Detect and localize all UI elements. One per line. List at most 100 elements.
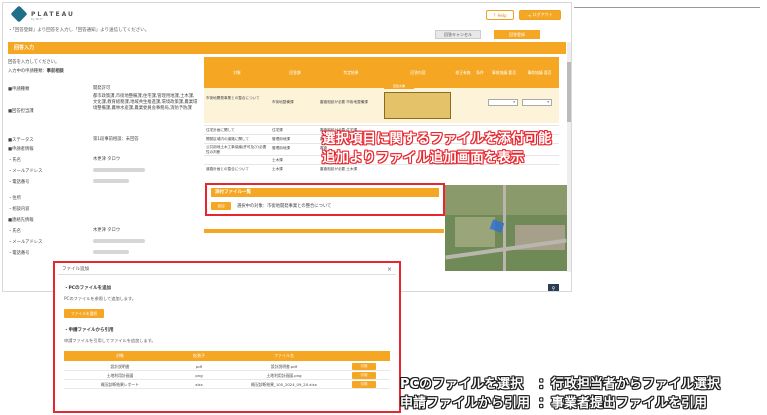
drow-target: 概況診断結果レポート [101, 381, 139, 387]
file-add-dialog: ファイル追加 × ・PCのファイルを追加 PCのファイルを参照して追加します。 … [58, 265, 396, 409]
quote-button[interactable]: 引用 [352, 363, 376, 370]
logout-icon: ⇥ [527, 12, 531, 18]
dcol-file: ファイル名 [222, 351, 346, 361]
depts-value: 都市政策課,市街地整備課,住宅課,管理用地課,土木課,文化課,教育総務課,地域共… [93, 94, 198, 111]
consult-label: ・相談内容 [8, 207, 30, 212]
quote-button[interactable]: 引用 [352, 372, 376, 379]
row1-dept: 市街地整備課 [272, 100, 294, 104]
logout-label: ログアウト [532, 12, 553, 17]
col-modified: 修正有無 [455, 69, 471, 75]
pre-consult-select-2[interactable]: ▾ [522, 99, 552, 106]
col-result: 判定結果 [343, 69, 359, 75]
help-button[interactable]: ? Help [486, 10, 514, 20]
answer-file-tag: 回答文書 [384, 84, 414, 89]
selected-target-text: 選択中の対象：市街地開発事業との整合について [237, 204, 332, 209]
row-target: 住宅計画に関して [206, 128, 235, 132]
callout-line2: 追加よりファイル追加画面を表示 [322, 150, 525, 166]
top-bar: PLATEAU by MLIT ? Help ⇥ ログアウト [3, 3, 571, 25]
add-file-button[interactable]: 追加 [211, 202, 231, 210]
ref-section-title: ・申請ファイルから引用 [64, 328, 114, 333]
scrollbar[interactable] [567, 42, 571, 272]
depts-label: ■回答担当課 [8, 109, 34, 114]
table-row-selected[interactable]: 市街地開発事業との整合について 市街地整備課 審査相談が必要 市街地整備課 回答… [204, 84, 559, 123]
current-type-value: 事前相談 [46, 69, 64, 74]
drow-ext: png [195, 373, 203, 378]
name-label: ・氏名 [8, 158, 21, 163]
file-add-dialog-frame: ファイル追加 × ・PCのファイルを追加 PCのファイルを参照して追加します。 … [53, 261, 401, 413]
tel-label: ・電話番号 [8, 180, 30, 185]
legend-row-1: PCのファイルを選択 ：行政担当者からファイル選択 [400, 375, 720, 394]
tel-value-blurred [93, 179, 198, 185]
aerial-map[interactable] [445, 185, 567, 271]
current-type-label: 入力中の申請種類： [8, 69, 47, 74]
quote-button[interactable]: 引用 [352, 381, 376, 388]
legend-pc-label: PCのファイルを選択 [400, 377, 524, 392]
contact-label: ■連絡先情報 [8, 218, 34, 223]
help-icon: ? [493, 12, 496, 18]
row-dept: 土木課 [272, 167, 283, 171]
col-target: 対象 [233, 69, 241, 75]
instruction-text: ・「回答登録」より回答を入力し「回答通知」より送信してください。 [8, 28, 150, 33]
mail2-value-blurred [93, 239, 198, 245]
tel2-value-blurred [93, 250, 198, 256]
attachments-panel: 添付ファイル一覧 追加 選択中の対象：市街地開発事業との整合について [205, 183, 445, 216]
table-row: 概況診断結果レポート xlsx 概況診断結果_105_2024_09_20.xl… [64, 380, 390, 389]
intro-text: 回答を入力してください。 [8, 60, 60, 65]
drow-target: 設計説明書 [110, 363, 130, 369]
applicant-label: ■申請者情報 [8, 147, 34, 152]
col-condition: 条件 [476, 69, 484, 75]
map-road [503, 185, 506, 271]
legend-pc-desc: ：行政担当者からファイル選択 [538, 377, 721, 392]
attachments-title: 添付ファイル一覧 [211, 188, 439, 197]
logo: PLATEAU by MLIT [10, 5, 75, 23]
legend-ref-label: 申請ファイルから引用 [400, 396, 531, 411]
scroll-thumb[interactable] [567, 62, 571, 122]
col-pre-consult-2: 事前協議 要否 [527, 69, 552, 75]
dcol-ext: 拡張子 [176, 351, 222, 361]
row-dept: 土木課 [272, 158, 283, 162]
status-value: 第1段事前相談：未回答 [93, 137, 139, 142]
divider-line [574, 7, 760, 8]
register-answer-button[interactable]: 回答登録 [494, 30, 540, 39]
answer-table: 対象 回答課 判定結果 回答内容 修正有無 条件 事前協議 要否 事前協議 要否… [204, 57, 559, 193]
apply-type-value: 開発許可 [93, 86, 111, 91]
drow-file: 土地利用計画図.png [266, 372, 302, 378]
close-icon[interactable]: × [387, 265, 392, 275]
choose-file-button[interactable]: ファイルを選択 [64, 309, 104, 318]
mail-value-blurred [93, 168, 198, 174]
row1-target: 市街地開発事業との整合について [206, 96, 260, 100]
addr-label: ・住所 [8, 196, 21, 201]
orange-strip [204, 229, 444, 233]
section-title: 回答入力 [8, 42, 566, 54]
row-target: 道路計画との整合について [206, 167, 249, 171]
apply-type-label: ■申請種類 [8, 87, 30, 92]
current-type: 入力中の申請種類：事前相談 [8, 68, 64, 74]
ref-note: 申請ファイルを引用してファイルを追加します。 [64, 338, 156, 343]
table-header: 対象 回答課 判定結果 回答内容 修正有無 条件 事前協議 要否 事前協議 要否 [204, 57, 559, 88]
row1-result: 審査相談が必要 市街地整備課 [320, 100, 368, 104]
table-row: 土地利用計画図 png 土地利用計画図.png 引用 [64, 371, 390, 380]
legend-row-2: 申請ファイルから引用 ：事業者提出ファイルを引用 [400, 394, 707, 413]
row-target: 公共用地土木工事協議(許可及び)必要性の判断 [206, 145, 267, 154]
pc-note: PCのファイルを参照して追加します。 [64, 296, 136, 301]
row-dept: 住宅課 [272, 128, 283, 132]
pin-icon: ⚲ [551, 285, 556, 292]
logout-button[interactable]: ⇥ ログアウト [519, 10, 561, 20]
col-dept: 回答課 [289, 69, 301, 75]
drow-ext: pdf [195, 364, 203, 369]
map-field [445, 185, 567, 215]
drow-file: 設計説明書.pdf [270, 363, 298, 369]
drow-target: 土地利用計画図 [106, 372, 134, 378]
legend-ref-desc: ：事業者提出ファイルを引用 [538, 396, 708, 411]
cancel-answer-button[interactable]: 回答キャンセル [435, 30, 481, 39]
tel2-label: ・電話番号 [8, 251, 30, 256]
mail-label: ・メールアドレス [8, 169, 43, 174]
answer-text-box[interactable] [384, 92, 451, 119]
legend-annotation: PCのファイルを選択 ：行政担当者からファイル選択 申請ファイルから引用 ：事業… [400, 375, 720, 413]
map-field [455, 217, 495, 247]
pre-consult-select-1[interactable]: ▾ [488, 99, 518, 106]
map-pin-button[interactable]: ⚲ [548, 284, 559, 292]
table-row: 設計説明書 pdf 設計説明書.pdf 引用 [64, 362, 390, 371]
plateau-logo-icon [10, 5, 28, 23]
row-target: 開発区域内の道路に関して [206, 137, 250, 141]
